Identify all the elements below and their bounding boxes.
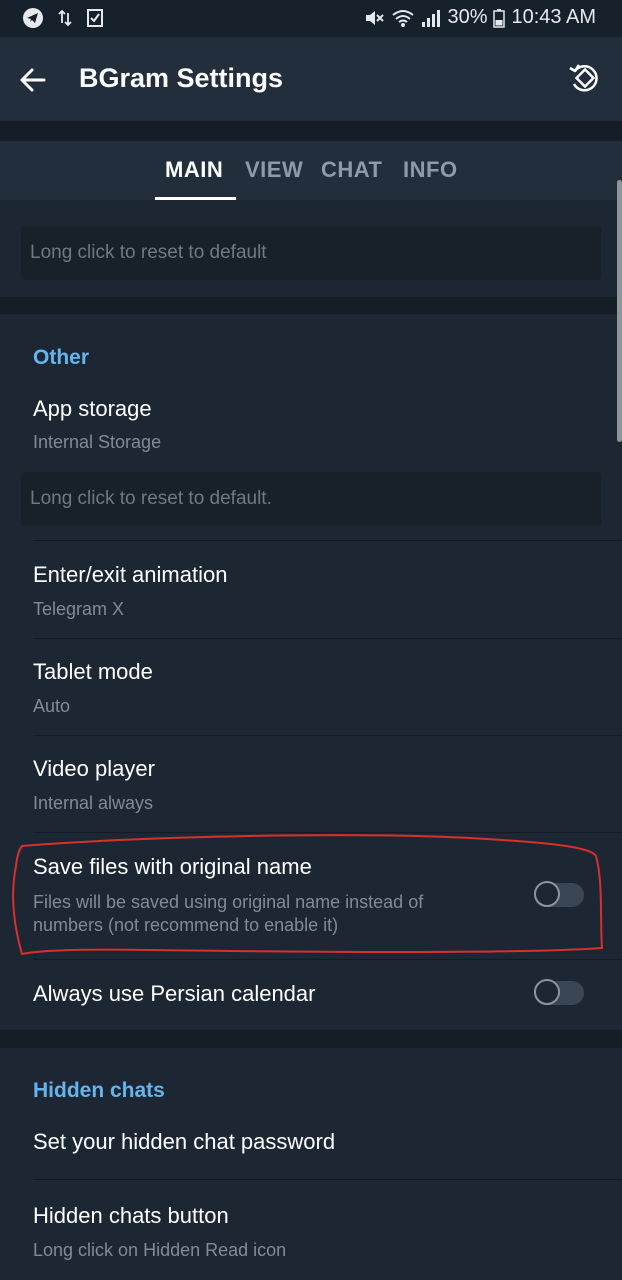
reset-settings-button[interactable] [566, 59, 604, 97]
animation-value: Telegram X [33, 599, 125, 619]
page-title: BGram Settings [79, 63, 284, 93]
previous-section: Long click to reset to default [0, 200, 622, 297]
tab-chat[interactable]: CHAT [321, 157, 382, 183]
animation-title: Enter/exit animation [33, 562, 228, 587]
hidden-chats-section: Hidden chats Set your hidden chat passwo… [0, 1048, 622, 1280]
toggle-knob [534, 979, 560, 1005]
section-separator [0, 297, 622, 314]
divider [33, 735, 622, 736]
telegram-icon [22, 7, 44, 29]
reset-hint-box[interactable]: Long click to reset to default [21, 226, 601, 280]
app-bar: BGram Settings [0, 37, 622, 121]
save-files-title: Save files with original name [33, 854, 312, 879]
wifi-icon [391, 8, 415, 28]
app-storage-reset-box[interactable]: Long click to reset to default. [21, 472, 601, 526]
tab-info[interactable]: INFO [403, 157, 458, 183]
divider [33, 959, 622, 960]
app-storage-title: App storage [33, 396, 152, 421]
persian-calendar-toggle[interactable] [534, 979, 584, 1005]
section-header-hidden-chats: Hidden chats [33, 1079, 165, 1102]
tablet-mode-value: Auto [33, 696, 71, 716]
arrow-left-icon [16, 68, 50, 101]
save-files-desc-line1: Files will be saved using original name … [33, 892, 424, 912]
task-check-icon [86, 8, 104, 28]
hidden-chats-button-title: Hidden chats button [33, 1203, 229, 1228]
header-gap [0, 121, 622, 141]
divider [33, 1179, 622, 1180]
mute-icon [363, 7, 385, 29]
tab-main[interactable]: MAIN [165, 157, 223, 183]
battery-icon [493, 8, 506, 28]
signal-icon [421, 8, 441, 28]
rotate-reset-icon [566, 64, 604, 101]
battery-percent: 30% [447, 6, 488, 28]
clock: 10:43 AM [511, 6, 596, 28]
app-storage-value: Internal Storage [33, 432, 162, 452]
data-transfer-icon [58, 9, 72, 27]
section-header-other: Other [33, 346, 90, 369]
hidden-chats-button-desc: Long click on Hidden Read icon [33, 1240, 287, 1260]
divider [33, 832, 622, 833]
tablet-mode-title: Tablet mode [33, 659, 153, 684]
persian-calendar-title: Always use Persian calendar [33, 981, 316, 1006]
video-player-value: Internal always [33, 793, 154, 813]
other-section: Other App storage Internal Storage Long … [0, 314, 622, 1030]
toggle-knob [534, 881, 560, 907]
tab-view[interactable]: VIEW [245, 157, 303, 183]
hidden-password-title: Set your hidden chat password [33, 1129, 336, 1154]
video-player-title: Video player [33, 756, 155, 781]
back-button[interactable] [16, 63, 50, 97]
divider [33, 540, 622, 541]
tab-bar: MAIN VIEW CHAT INFO [0, 141, 622, 200]
scrollbar[interactable] [617, 180, 622, 442]
save-files-toggle[interactable] [534, 881, 584, 907]
status-bar: 30% 10:43 AM [0, 0, 622, 37]
save-files-desc-line2: numbers (not recommend to enable it) [33, 915, 339, 935]
section-separator [0, 1030, 622, 1048]
divider [33, 638, 622, 639]
